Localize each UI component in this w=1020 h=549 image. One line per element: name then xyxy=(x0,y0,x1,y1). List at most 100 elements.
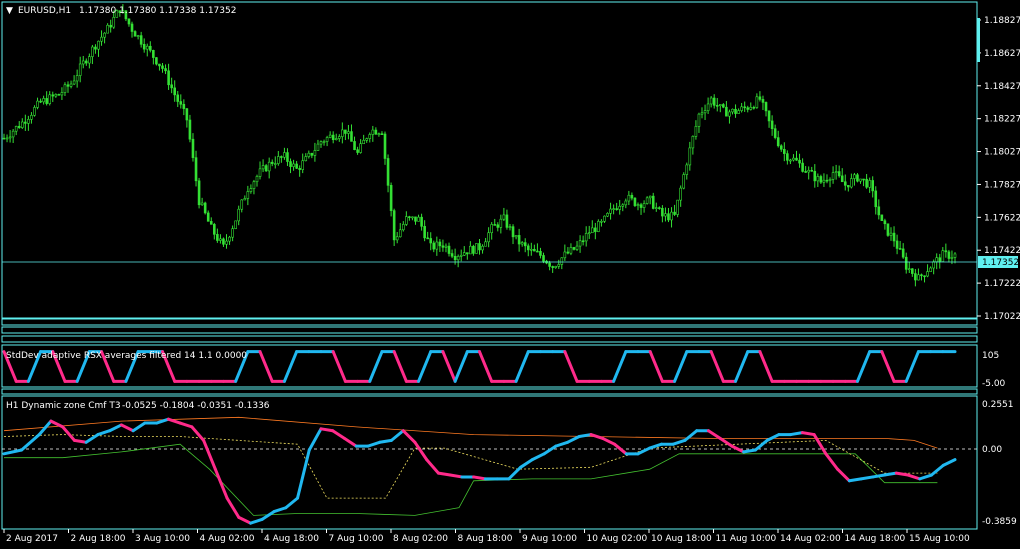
candle-body xyxy=(481,245,484,251)
candle-body xyxy=(856,174,859,182)
candle-body xyxy=(795,157,798,161)
candle-body xyxy=(417,216,420,222)
candle-body xyxy=(606,213,609,217)
candle-body xyxy=(831,172,835,180)
candle-body xyxy=(8,136,12,139)
candle-body xyxy=(258,168,262,177)
candle-body xyxy=(94,46,97,50)
candle-body xyxy=(926,271,929,277)
candle-body xyxy=(298,168,301,170)
candle-body xyxy=(414,216,417,222)
candle-body xyxy=(273,163,277,165)
candle-body xyxy=(682,174,686,189)
candle-body xyxy=(715,105,719,107)
candle-body xyxy=(911,268,914,274)
candle-body xyxy=(712,97,716,106)
candle-body xyxy=(420,216,423,227)
candle-body xyxy=(453,255,457,261)
candle-body xyxy=(767,110,771,122)
candle-body xyxy=(307,152,311,157)
candle-body xyxy=(383,133,387,159)
candle-body xyxy=(496,224,500,228)
candle-body xyxy=(429,238,433,244)
cmf-segment xyxy=(72,438,88,444)
candle-body xyxy=(316,143,320,151)
candle-body xyxy=(520,242,524,245)
candle-body xyxy=(578,240,582,247)
candle-body xyxy=(97,40,100,50)
candle-body xyxy=(182,103,186,109)
candle-body xyxy=(551,266,554,268)
candle-body xyxy=(167,70,170,86)
candle-body xyxy=(447,245,451,254)
candle-body xyxy=(533,249,536,252)
candle-body xyxy=(240,199,244,210)
cmf-segment xyxy=(436,471,452,477)
candle-body xyxy=(310,152,314,156)
time-tick-label: 14 Aug 18:00 xyxy=(845,534,906,544)
candle-body xyxy=(847,185,850,188)
candle-body xyxy=(356,149,359,153)
time-tick-label: 15 Aug 10:00 xyxy=(909,534,970,544)
candle-body xyxy=(594,227,597,232)
candle-body xyxy=(871,180,875,192)
candle-body xyxy=(112,17,116,28)
dropdown-arrow-icon[interactable]: ▼ xyxy=(6,6,13,16)
candle-body xyxy=(24,121,27,124)
candle-body xyxy=(822,179,826,183)
price-tick-label: 1.18827 xyxy=(984,16,1020,26)
candle-body xyxy=(950,257,954,259)
candle-body xyxy=(130,23,134,32)
candle-body xyxy=(155,57,158,65)
candle-body xyxy=(639,204,643,208)
candle-body xyxy=(304,156,308,162)
candle-body xyxy=(188,119,192,140)
price-tick-label: 1.18227 xyxy=(984,115,1020,125)
candle-body xyxy=(783,149,786,154)
time-tick-label: 11 Aug 10:00 xyxy=(716,534,777,544)
candle-body xyxy=(825,179,829,182)
candle-body xyxy=(466,252,469,255)
candle-body xyxy=(542,255,545,262)
candle-body xyxy=(880,214,884,221)
candle-body xyxy=(642,203,646,208)
candle-body xyxy=(5,137,9,140)
candle-body xyxy=(947,251,951,259)
candle-body xyxy=(209,221,213,225)
candle-body xyxy=(139,35,143,45)
candle-body xyxy=(243,198,247,201)
candle-body xyxy=(615,208,618,210)
candle-body xyxy=(801,162,804,172)
candle-body xyxy=(517,235,521,245)
candle-body xyxy=(127,18,131,25)
candle-body xyxy=(444,245,448,248)
candle-body xyxy=(462,252,466,256)
candle-body xyxy=(270,161,274,164)
candle-body xyxy=(14,125,18,132)
time-tick-label: 8 Aug 02:00 xyxy=(393,534,448,544)
candle-body xyxy=(627,194,631,202)
time-tick-label: 8 Aug 18:00 xyxy=(458,534,513,544)
candle-body xyxy=(539,250,542,256)
candle-body xyxy=(395,236,399,241)
cmf-values: -0.0525 -0.1804 -0.0351 -0.1336 xyxy=(122,401,270,411)
symbol-timeframe-label: EURUSD,H1 xyxy=(18,6,71,16)
time-tick-label: 3 Aug 10:00 xyxy=(135,534,190,544)
cmf-title: H1 Dynamic zone Cmf T3 xyxy=(6,401,121,411)
scrollbar-indicator[interactable] xyxy=(977,18,980,62)
candle-body xyxy=(261,165,265,170)
candle-body xyxy=(862,178,865,181)
candle-body xyxy=(597,221,600,232)
candle-body xyxy=(584,233,588,242)
candle-body xyxy=(225,240,228,245)
cmf-segment xyxy=(577,433,593,439)
cmf-segment xyxy=(871,473,887,479)
candle-body xyxy=(499,218,503,228)
candle-body xyxy=(843,181,847,186)
candle-body xyxy=(405,216,408,225)
cmf-segment xyxy=(883,471,898,477)
candle-body xyxy=(923,275,926,278)
candle-body xyxy=(566,251,570,254)
candle-body xyxy=(27,119,30,124)
candle-body xyxy=(761,99,765,103)
